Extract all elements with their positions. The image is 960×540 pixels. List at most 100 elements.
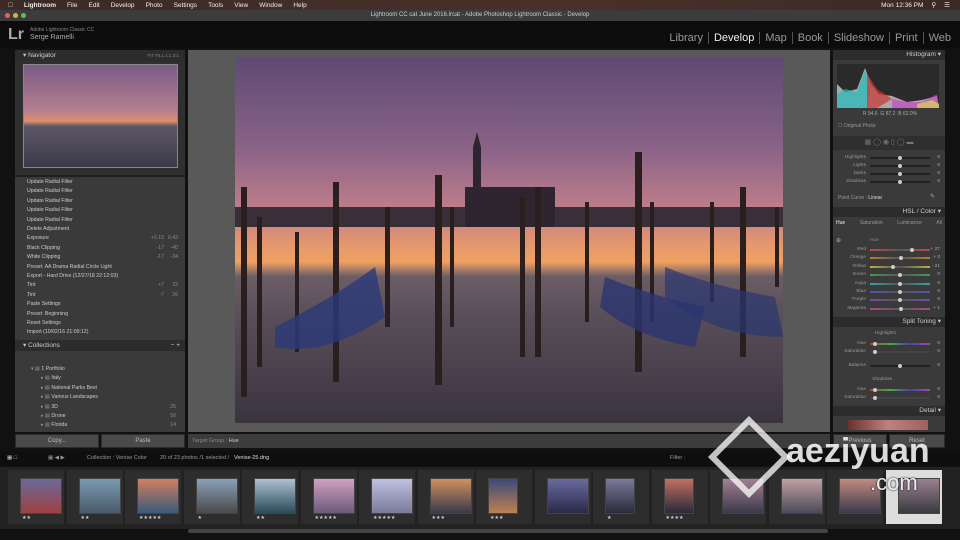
hsl-yellow-slider[interactable] [870, 264, 930, 269]
search-icon[interactable]: ⚲ [931, 1, 936, 9]
tone-highlights-slider[interactable] [870, 156, 930, 160]
split-shadow-hue-slider[interactable] [870, 388, 930, 392]
tone-lights-slider[interactable] [870, 164, 930, 168]
apple-icon[interactable]:  [8, 2, 13, 9]
tone-shadows-knob[interactable] [898, 180, 902, 184]
hsl-header[interactable]: HSL / Color ▾ [833, 207, 945, 217]
copy-button[interactable]: Copy... [15, 434, 99, 448]
split-balance-knob[interactable] [898, 364, 902, 368]
hsl-tab-luminance[interactable]: Luminance [897, 220, 921, 226]
split-shadow-saturation-slider[interactable] [870, 396, 930, 400]
hsl-tab-all[interactable]: All [936, 220, 942, 226]
filmstrip-thumbnail[interactable] [195, 478, 238, 514]
menu-file[interactable]: File [67, 2, 77, 9]
menu-photo[interactable]: Photo [146, 2, 163, 9]
history-item[interactable]: Update Radial Filter [27, 179, 182, 185]
split-highlight-saturation-knob[interactable] [872, 350, 877, 354]
histogram-header[interactable]: Histogram ▾ [833, 50, 945, 60]
hsl-magenta-slider[interactable] [870, 306, 930, 311]
hsl-purple-slider[interactable] [870, 298, 930, 303]
history-item[interactable]: Update Radial Filter [27, 207, 182, 213]
history-item[interactable]: Update Radial Filter [27, 217, 182, 223]
menu-lightroom[interactable]: Lightroom [24, 2, 56, 9]
history-item[interactable]: Reset Settings [27, 320, 182, 326]
hsl-red-slider[interactable] [870, 248, 930, 252]
original-photo-checkbox[interactable]: ☐ Original Photo [838, 123, 876, 129]
detail-header[interactable]: Detail ▾ [833, 406, 945, 416]
navigator-header[interactable]: ▾ Navigator FIT FILL 1:1 3:1 [15, 50, 185, 61]
add-collection-icon[interactable]: − + [171, 340, 180, 351]
split-balance-slider[interactable] [870, 364, 930, 368]
menu-settings[interactable]: Settings [174, 2, 198, 9]
filmstrip-thumbnail[interactable] [546, 478, 589, 514]
module-map[interactable]: Map [759, 32, 791, 44]
hsl-green-slider[interactable] [870, 273, 930, 278]
history-item[interactable]: Tint -7 26 [27, 292, 182, 298]
collection-item[interactable]: ▸ ▤ National Parks Best [41, 385, 176, 391]
history-item[interactable]: Black Clipping -17 -40 [27, 245, 182, 251]
hsl-tab-saturation[interactable]: Saturation [860, 220, 883, 226]
menu-tools[interactable]: Tools [208, 2, 223, 9]
hsl-tab-hue[interactable]: Hue [836, 220, 845, 226]
close-button[interactable] [5, 13, 10, 18]
filmstrip-thumbnail[interactable] [429, 478, 472, 514]
history-item[interactable]: Update Radial Filter [27, 188, 182, 194]
collection-item[interactable]: ▸ ▤ 3D 25 [41, 404, 176, 410]
history-item[interactable]: Export - Hard Drive (12/27/18 22:12:03) [27, 273, 182, 279]
hsl-aqua-slider[interactable] [870, 281, 930, 286]
hsl-aqua-knob[interactable] [898, 281, 902, 286]
collection-item[interactable]: ▸ ▤ Various Landscapes [41, 394, 176, 400]
filmstrip-thumbnail[interactable] [78, 478, 121, 514]
hsl-orange-slider[interactable] [870, 256, 930, 261]
menu-view[interactable]: View [234, 2, 248, 9]
selected-filename[interactable]: Venise-25.dng [234, 451, 269, 466]
hsl-blue-slider[interactable] [870, 290, 930, 294]
menu-window[interactable]: Window [259, 2, 282, 9]
zoom-options[interactable]: FIT FILL 1:1 3:1 [147, 50, 179, 61]
minimize-button[interactable] [13, 13, 18, 18]
history-item[interactable]: Paste Settings [27, 301, 182, 307]
filmstrip-scrollbar[interactable] [188, 529, 828, 533]
point-curve[interactable]: Point Curve : Linear [838, 195, 882, 201]
module-book[interactable]: Book [791, 32, 828, 44]
filmstrip-thumbnail[interactable] [488, 478, 518, 514]
filmstrip-thumbnail[interactable] [605, 478, 635, 514]
split-highlight-saturation-slider[interactable] [870, 350, 930, 354]
filmstrip-thumbnail[interactable] [254, 478, 296, 514]
detail-preview[interactable] [848, 420, 928, 430]
grid-nav-icons[interactable]: ▦ ◀ ▶ [48, 451, 65, 466]
filmstrip-thumbnail[interactable] [312, 478, 355, 514]
zoom-button[interactable] [21, 13, 26, 18]
curve-edit-icon[interactable]: ✎ [930, 193, 935, 200]
collection-item[interactable]: ▾ ▤ 1 Portfolio [31, 366, 176, 372]
filmstrip-thumbnail[interactable] [137, 478, 179, 514]
filmstrip-thumbnail[interactable] [780, 478, 823, 514]
navigator-preview[interactable] [23, 64, 178, 168]
tone-shadows-slider[interactable] [870, 180, 930, 184]
main-photo[interactable] [235, 57, 783, 423]
history-item[interactable]: Exposure +0.15 0.43 [27, 235, 182, 241]
filmstrip-thumbnail[interactable] [371, 478, 413, 514]
tone-lights-knob[interactable] [898, 164, 902, 168]
split-shadow-saturation-knob[interactable] [872, 396, 877, 400]
collection-source[interactable]: Collection : Venise Color [87, 451, 147, 466]
menu-icon[interactable]: ☰ [944, 1, 950, 9]
main-window-icon[interactable]: ▦ □ [7, 451, 17, 466]
split-shadow-hue-knob[interactable] [872, 388, 877, 392]
history-item[interactable]: Tint +7 33 [27, 282, 182, 288]
target-adjust-icon[interactable]: ⊕ [836, 237, 841, 244]
module-slideshow[interactable]: Slideshow [827, 32, 889, 44]
collection-item[interactable]: ▸ ▤ Florida 14 [41, 422, 176, 428]
filmstrip-thumbnail[interactable] [20, 478, 62, 514]
menu-help[interactable]: Help [293, 2, 306, 9]
history-item[interactable]: Import (10/02/16 21:09:12) [27, 329, 182, 335]
module-library[interactable]: Library [664, 32, 708, 44]
history-item[interactable]: Preset: Beginning [27, 311, 182, 317]
tone-darks-slider[interactable] [870, 172, 930, 176]
hsl-magenta-knob[interactable] [898, 306, 903, 311]
tool-strip[interactable]: ▦ ◯ ◉ ▯ ◯ ▬ [833, 136, 945, 150]
split-toning-header[interactable]: Split Toning ▾ [833, 317, 945, 327]
split-highlight-hue-slider[interactable] [870, 342, 930, 346]
filmstrip-thumbnail[interactable] [663, 478, 694, 514]
history-item[interactable]: Preset: AA Drama Radial Circle Light [27, 264, 182, 270]
